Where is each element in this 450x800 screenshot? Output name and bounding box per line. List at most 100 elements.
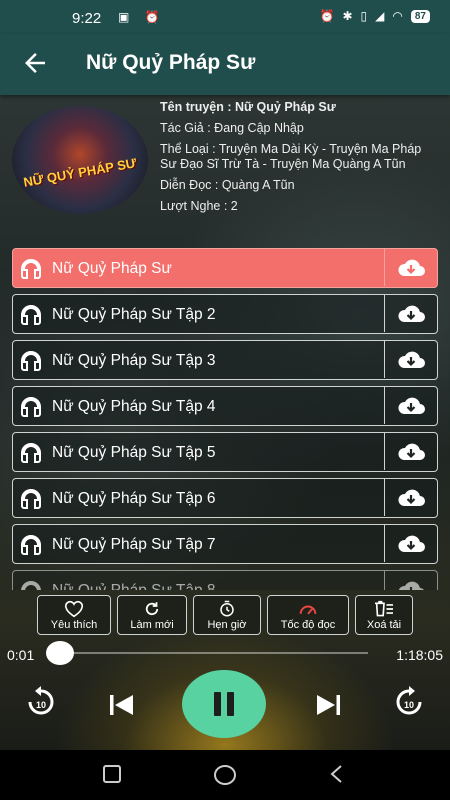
download-button[interactable]	[384, 525, 437, 562]
refresh-icon	[145, 602, 159, 616]
episode-row[interactable]: Nữ Quỷ Pháp Sư Tập 6	[12, 478, 438, 518]
cloud-download-icon	[398, 581, 425, 590]
refresh-button[interactable]: Làm mới	[117, 595, 187, 635]
headphones-icon	[21, 580, 41, 590]
delete-list-icon	[375, 600, 393, 617]
episode-list[interactable]: Nữ Quỷ Pháp Sư Nữ Quỷ Pháp Sư Tập 2 Nữ Q…	[12, 248, 438, 590]
download-button[interactable]	[384, 387, 437, 424]
download-button[interactable]	[384, 479, 437, 516]
episode-title: Nữ Quỷ Pháp Sư	[52, 260, 172, 277]
episode-title: Nữ Quỷ Pháp Sư Tập 6	[52, 490, 216, 507]
pause-icon	[214, 692, 221, 716]
cloud-download-icon	[398, 443, 425, 460]
seek-bar: 0:01 1:18:05	[0, 640, 450, 668]
headphones-icon	[21, 258, 41, 279]
episode-row[interactable]: Nữ Quỷ Pháp Sư Tập 2	[12, 294, 438, 334]
story-author: Tác Giả : Đang Cập Nhập	[160, 121, 304, 135]
seek-track[interactable]	[60, 652, 368, 654]
alarm-icon: ⏰	[319, 9, 335, 23]
back-arrow-icon[interactable]	[20, 48, 50, 78]
notification-icons: ▣ ⏰	[118, 10, 166, 24]
system-nav-bar	[0, 750, 450, 800]
app-bar: Nữ Quỷ Pháp Sư	[0, 34, 450, 95]
rewind-10-button[interactable]: 10	[22, 684, 60, 725]
vibrate-icon: ▯	[360, 9, 368, 23]
rewind-seconds: 10	[36, 700, 46, 710]
headphones-icon	[21, 442, 41, 463]
episode-row[interactable]: Nữ Quỷ Pháp Sư Tập 5	[12, 432, 438, 472]
cover-image: NỮ QUỶ PHÁP SƯ	[12, 106, 148, 214]
headphones-icon	[21, 304, 41, 325]
pause-button[interactable]	[182, 670, 266, 738]
episode-row[interactable]: Nữ Quỷ Pháp Sư Tập 8	[12, 570, 438, 590]
headphones-icon	[21, 396, 41, 417]
bluetooth-icon: ✱	[342, 9, 353, 23]
story-info: Tên truyện : Nữ Quỷ Pháp Sư Tác Giả : Đa…	[160, 100, 440, 220]
seek-thumb[interactable]	[46, 641, 74, 665]
download-button[interactable]	[384, 341, 437, 378]
player-controls: 10 10	[0, 670, 450, 740]
cloud-download-icon	[398, 351, 425, 368]
home-icon[interactable]	[213, 764, 237, 786]
episode-title: Nữ Quỷ Pháp Sư Tập 3	[52, 352, 216, 369]
timer-label: Hẹn giờ	[207, 619, 247, 631]
rewind-icon: 10	[28, 686, 54, 715]
wifi-icon: ◠	[392, 9, 403, 23]
cloud-download-icon	[398, 535, 425, 552]
back-icon[interactable]	[328, 764, 344, 784]
download-button[interactable]	[384, 571, 437, 590]
delete-download-label: Xoá tải	[366, 619, 402, 631]
episode-row[interactable]: Nữ Quỷ Pháp Sư Tập 3	[12, 340, 438, 380]
delete-download-button[interactable]: Xoá tải	[355, 595, 413, 635]
episode-row[interactable]: Nữ Quỷ Pháp Sư Tập 4	[12, 386, 438, 426]
cloud-download-icon	[398, 305, 425, 322]
story-narrator: Diễn Đọc : Quàng A Tũn	[160, 178, 295, 192]
skip-previous-icon	[110, 695, 133, 715]
download-button[interactable]	[384, 295, 437, 332]
speed-button[interactable]: Tốc độ đọc	[267, 595, 349, 635]
story-genre: Thể Loại : Truyện Ma Dài Kỳ - Truyện Ma …	[160, 142, 422, 171]
headphones-icon	[21, 488, 41, 509]
refresh-label: Làm mới	[130, 619, 174, 631]
timer-button[interactable]: Hẹn giờ	[193, 595, 261, 635]
next-button[interactable]	[314, 694, 342, 721]
signal-icon: ◢	[375, 9, 385, 23]
episode-title: Nữ Quỷ Pháp Sư Tập 5	[52, 444, 216, 461]
episode-row[interactable]: Nữ Quỷ Pháp Sư Tập 7	[12, 524, 438, 564]
download-button[interactable]	[384, 433, 437, 470]
story-listens: Lượt Nghe : 2	[160, 199, 238, 213]
skip-next-icon	[317, 695, 340, 715]
heart-icon	[64, 600, 84, 618]
previous-button[interactable]	[108, 694, 136, 721]
forward-seconds: 10	[404, 700, 414, 710]
headphones-icon	[21, 350, 41, 371]
stopwatch-icon	[220, 600, 234, 617]
cloud-download-icon	[398, 397, 425, 414]
forward-10-button[interactable]: 10	[390, 684, 428, 725]
total-duration: 1:18:05	[396, 647, 443, 663]
episode-title: Nữ Quỷ Pháp Sư Tập 2	[52, 306, 216, 323]
cloud-download-icon	[398, 489, 425, 506]
download-button[interactable]	[384, 249, 437, 286]
action-bar: Yêu thích Làm mới Hẹn giờ Tốc độ đọc Xoá…	[37, 595, 413, 635]
speed-label: Tốc độ đọc	[280, 619, 336, 631]
status-bar: 9:22 ▣ ⏰ ⏰ ✱ ▯ ◢ ◠ 87	[0, 0, 450, 34]
favorite-button[interactable]: Yêu thích	[37, 595, 111, 635]
current-time: 0:01	[7, 647, 35, 663]
system-icons: ⏰ ✱ ▯ ◢ ◠ 87	[320, 9, 430, 23]
episode-title: Nữ Quỷ Pháp Sư Tập 4	[52, 398, 216, 415]
story-name: Tên truyện : Nữ Quỷ Pháp Sư	[160, 100, 336, 114]
favorite-label: Yêu thích	[50, 619, 98, 631]
forward-icon: 10	[396, 686, 422, 715]
speedometer-icon	[299, 605, 317, 615]
episode-title: Nữ Quỷ Pháp Sư Tập 7	[52, 536, 216, 553]
headphones-icon	[21, 534, 41, 555]
episode-title: Nữ Quỷ Pháp Sư Tập 8	[52, 582, 216, 590]
recents-icon[interactable]	[102, 764, 122, 784]
status-time: 9:22	[72, 10, 102, 27]
cover-title-art: NỮ QUỶ PHÁP SƯ	[22, 155, 138, 190]
episode-row[interactable]: Nữ Quỷ Pháp Sư	[12, 248, 438, 288]
cloud-download-icon	[398, 259, 425, 276]
page-title: Nữ Quỷ Pháp Sư	[86, 51, 256, 74]
battery-icon: 87	[410, 9, 430, 23]
